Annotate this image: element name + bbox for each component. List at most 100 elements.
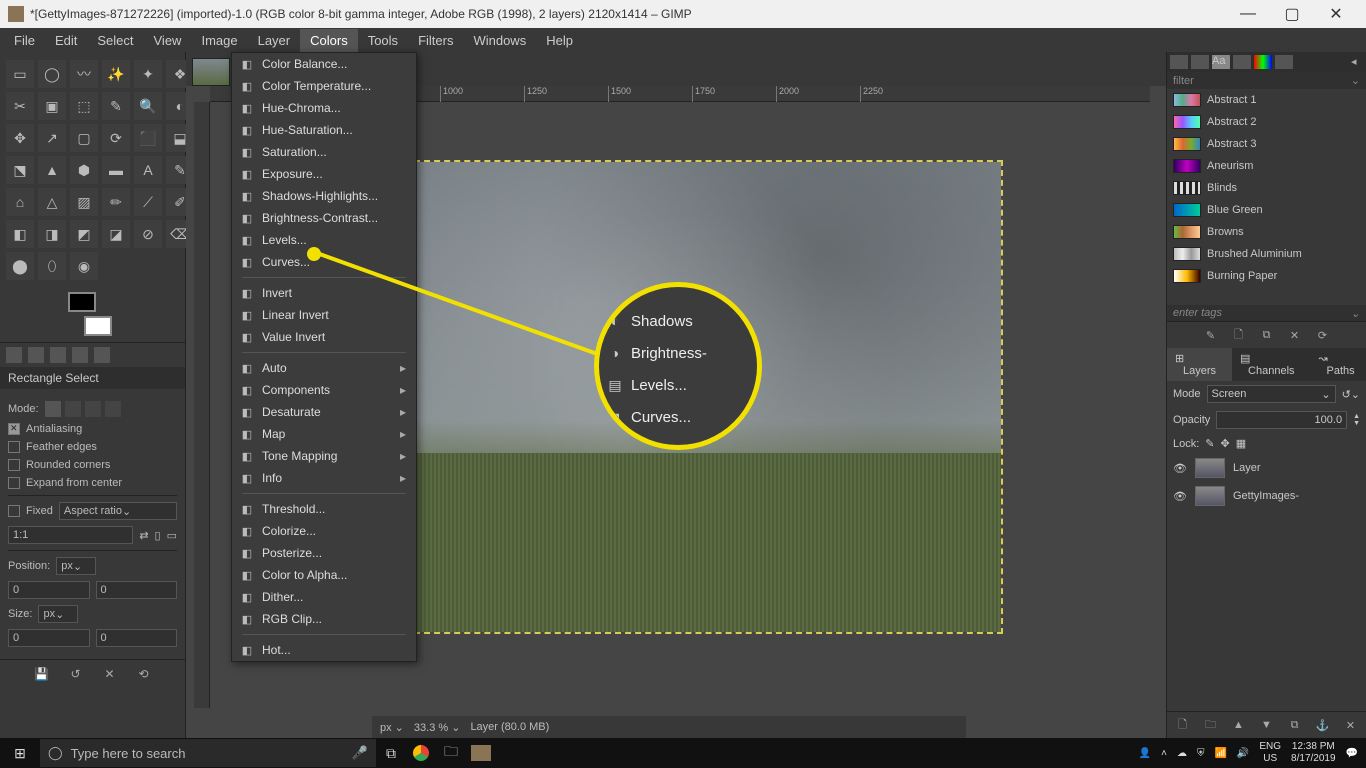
expand-checkbox[interactable]: Expand from center	[8, 477, 177, 489]
menu-file[interactable]: File	[4, 29, 45, 52]
tool-12[interactable]: ✥	[6, 124, 34, 152]
layer-row[interactable]: 👁 GettyImages-	[1167, 482, 1366, 510]
delete-gradient-icon[interactable]: ✕	[1288, 328, 1302, 342]
minimize-button[interactable]: —	[1226, 0, 1270, 28]
tab-paths[interactable]: ↝ Paths	[1311, 348, 1366, 381]
menu-image[interactable]: Image	[191, 29, 247, 52]
tool-20[interactable]: ⬢	[70, 156, 98, 184]
size-w-field[interactable]: 0	[8, 629, 90, 647]
gradient-item[interactable]: Brushed Aluminium	[1167, 243, 1366, 265]
antialias-checkbox[interactable]: Antialiasing	[8, 423, 177, 435]
menu-windows[interactable]: Windows	[463, 29, 536, 52]
pos-x-field[interactable]: 0	[8, 581, 90, 599]
menu-item-linear-invert[interactable]: ◧Linear Invert	[232, 304, 416, 326]
opacity-stepper[interactable]: ▲▼	[1353, 413, 1360, 427]
menu-select[interactable]: Select	[87, 29, 143, 52]
volume-icon[interactable]: 🔊	[1237, 748, 1249, 759]
tool-16[interactable]: ⬛	[134, 124, 162, 152]
tool-27[interactable]: ✏	[102, 188, 130, 216]
size-unit-select[interactable]: px⌄	[38, 605, 78, 623]
menu-item-hue-chroma[interactable]: ◧Hue-Chroma...	[232, 97, 416, 119]
delete-layer-icon[interactable]: ✕	[1344, 718, 1358, 732]
tab-channels[interactable]: ▤ Channels	[1232, 348, 1310, 381]
tab-layers[interactable]: ⊞ Layers	[1167, 348, 1232, 381]
tool-34[interactable]: ⊘	[134, 220, 162, 248]
wifi-icon[interactable]: 📶	[1214, 748, 1226, 759]
new-gradient-icon[interactable]: 🗋	[1232, 328, 1246, 342]
tool-3[interactable]: ✨	[102, 60, 130, 88]
tool-36[interactable]: ⬤	[6, 252, 34, 280]
status-unit[interactable]: px ⌄	[380, 721, 404, 734]
vertical-ruler[interactable]	[194, 102, 210, 708]
dock-menu-icon[interactable]: ◂	[1351, 55, 1363, 69]
tool-14[interactable]: ▢	[70, 124, 98, 152]
delete-preset-icon[interactable]: ✕	[102, 666, 118, 682]
tool-19[interactable]: ▲	[38, 156, 66, 184]
group-layer-icon[interactable]: 🗀	[1204, 718, 1218, 732]
restore-preset-icon[interactable]: ↺	[68, 666, 84, 682]
tool-15[interactable]: ⟳	[102, 124, 130, 152]
dup-gradient-icon[interactable]: ⧉	[1260, 328, 1274, 342]
menu-item-color-balance[interactable]: ◧Color Balance...	[232, 53, 416, 75]
gradient-item[interactable]: Abstract 2	[1167, 111, 1366, 133]
pos-y-field[interactable]: 0	[96, 581, 178, 599]
tool-37[interactable]: ⬯	[38, 252, 66, 280]
task-view-icon[interactable]: ⧉	[376, 738, 406, 768]
chrome-icon[interactable]	[406, 738, 436, 768]
defender-icon[interactable]: ⛨	[1197, 748, 1205, 759]
onedrive-icon[interactable]: ☁	[1177, 748, 1187, 759]
start-button[interactable]: ⊞	[0, 738, 40, 768]
tool-22[interactable]: A	[134, 156, 162, 184]
swap-icon[interactable]: ⇄	[139, 529, 148, 542]
tool-1[interactable]: ◯	[38, 60, 66, 88]
gradient-item[interactable]: Blue Green	[1167, 199, 1366, 221]
language-indicator[interactable]: ENGUS	[1259, 741, 1281, 765]
blend-mode-select[interactable]: Screen⌄	[1207, 385, 1336, 403]
save-preset-icon[interactable]: 💾	[34, 666, 50, 682]
close-button[interactable]: ✕	[1314, 0, 1358, 28]
menu-item-brightness-contrast[interactable]: ◧Brightness-Contrast...	[232, 207, 416, 229]
dock-top-tabs[interactable]: Aa ◂	[1167, 52, 1366, 72]
tool-38[interactable]: ◉	[70, 252, 98, 280]
edit-gradient-icon[interactable]: ✎	[1204, 328, 1218, 342]
menu-item-color-to-alpha[interactable]: ◧Color to Alpha...	[232, 564, 416, 586]
ratio-field[interactable]: 1:1	[8, 526, 133, 544]
fixed-checkbox[interactable]: Fixed Aspect ratio⌄	[8, 502, 177, 520]
tool-6[interactable]: ✂	[6, 92, 34, 120]
tool-10[interactable]: 🔍	[134, 92, 162, 120]
menu-help[interactable]: Help	[536, 29, 583, 52]
gimp-taskbar-icon[interactable]	[466, 738, 496, 768]
portrait-icon[interactable]: ▯	[155, 529, 161, 542]
status-zoom[interactable]: 33.3 % ⌄	[414, 721, 461, 734]
layer-row[interactable]: 👁Layer	[1167, 454, 1366, 482]
layer-name[interactable]: Layer	[1233, 462, 1261, 474]
tool-0[interactable]: ▭	[6, 60, 34, 88]
lower-layer-icon[interactable]: ▼	[1260, 718, 1274, 732]
menu-item-dither[interactable]: ◧Dither...	[232, 586, 416, 608]
lock-position-icon[interactable]: ✥	[1221, 437, 1230, 450]
image-tab[interactable]	[192, 58, 230, 86]
mode-add-icon[interactable]	[65, 401, 81, 417]
gradient-item[interactable]: Abstract 1	[1167, 89, 1366, 111]
menu-item-components[interactable]: ◧Components▸	[232, 379, 416, 401]
visibility-icon[interactable]: 👁	[1173, 490, 1187, 503]
clock[interactable]: 12:38 PM8/17/2019	[1291, 741, 1336, 765]
menu-item-saturation[interactable]: ◧Saturation...	[232, 141, 416, 163]
menu-item-hue-saturation[interactable]: ◧Hue-Saturation...	[232, 119, 416, 141]
lock-pixels-icon[interactable]: ✎	[1205, 437, 1214, 450]
menu-item-desaturate[interactable]: ◧Desaturate▸	[232, 401, 416, 423]
menu-item-color-temperature[interactable]: ◧Color Temperature...	[232, 75, 416, 97]
layer-name[interactable]: GettyImages-	[1233, 490, 1299, 502]
menu-tools[interactable]: Tools	[358, 29, 408, 52]
tool-25[interactable]: △	[38, 188, 66, 216]
menu-item-hot[interactable]: ◧Hot...	[232, 639, 416, 661]
menu-edit[interactable]: Edit	[45, 29, 87, 52]
mode-sub-icon[interactable]	[85, 401, 101, 417]
fg-color-swatch[interactable]	[68, 292, 96, 312]
menu-item-shadows-highlights[interactable]: ◧Shadows-Highlights...	[232, 185, 416, 207]
rounded-checkbox[interactable]: Rounded corners	[8, 459, 177, 471]
opacity-field[interactable]: 100.0	[1216, 411, 1347, 429]
tool-31[interactable]: ◨	[38, 220, 66, 248]
tool-7[interactable]: ▣	[38, 92, 66, 120]
gradient-item[interactable]: Browns	[1167, 221, 1366, 243]
